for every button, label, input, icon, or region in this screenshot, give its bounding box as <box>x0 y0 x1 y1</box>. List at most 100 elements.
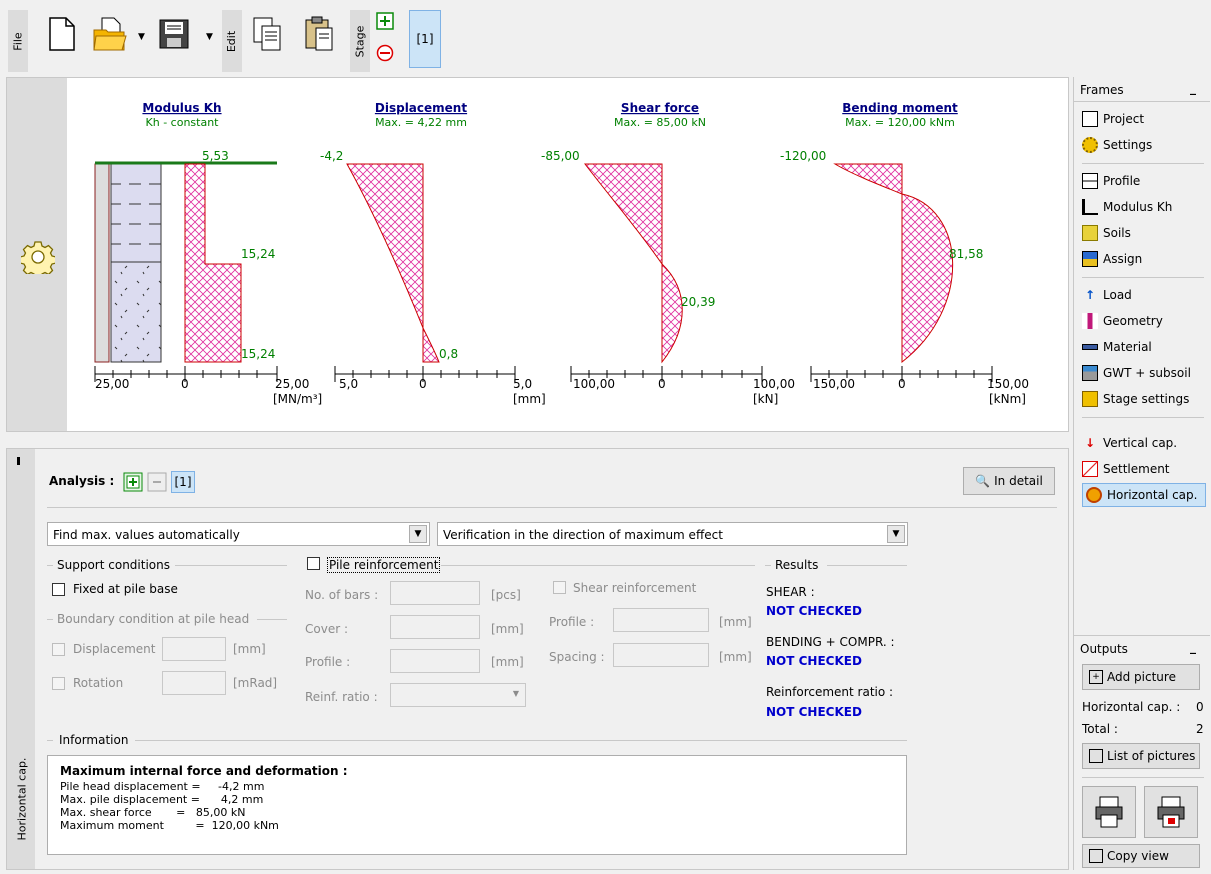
open-dropdown-arrow[interactable]: ▼ <box>138 32 145 42</box>
spacing-input[interactable] <box>613 643 709 667</box>
remove-stage-icon[interactable] <box>376 44 394 62</box>
frame-soils[interactable]: Soils <box>1082 221 1206 245</box>
shear-top-value: -85,00 <box>541 149 580 163</box>
frame-label: Stage settings <box>1103 392 1190 406</box>
shear-axis-right: 100,00 <box>753 377 795 391</box>
material-icon <box>1082 344 1098 350</box>
max-values-dropdown[interactable]: Find max. values automatically ▼ <box>47 522 430 546</box>
in-detail-button[interactable]: 🔍 In detail <box>963 467 1055 495</box>
edit-menu-tab[interactable]: Edit <box>222 10 242 72</box>
modulus-bottom-value: 15,24 <box>241 347 275 361</box>
pile-reinforcement-checkbox[interactable] <box>307 557 320 570</box>
fixed-at-base-checkbox[interactable] <box>52 583 65 596</box>
verification-dropdown-value: Verification in the direction of maximum… <box>443 528 723 542</box>
displacement-input[interactable] <box>162 637 226 661</box>
info-title: Maximum internal force and deformation : <box>60 764 348 778</box>
print-pdf-button[interactable] <box>1144 786 1198 838</box>
frame-load[interactable]: ↑ Load <box>1082 283 1206 307</box>
paste-icon[interactable] <box>302 14 338 54</box>
fixed-at-base-label: Fixed at pile base <box>73 582 178 596</box>
collapse-marker[interactable] <box>17 457 20 465</box>
group-line <box>47 619 53 620</box>
cover-label: Cover : <box>305 622 348 636</box>
outputs-minimize-button[interactable]: _ <box>1190 640 1196 654</box>
frame-profile[interactable]: Profile <box>1082 169 1206 193</box>
displacement-unit: [mm] <box>513 392 546 406</box>
displacement-title: Displacement <box>375 101 467 115</box>
shear-profile-input[interactable] <box>613 608 709 632</box>
frame-label: Horizontal cap. <box>1107 488 1198 502</box>
analysis-side-tab[interactable]: Horizontal cap. <box>7 449 35 869</box>
analysis-panel: Horizontal cap. Analysis : [1] 🔍 In detai… <box>6 448 1069 870</box>
chevron-down-icon[interactable]: ▼ <box>887 525 905 543</box>
analysis-title: Analysis : <box>49 474 115 488</box>
frame-project[interactable]: Project <box>1082 107 1206 131</box>
displacement-subtitle: Max. = 4,22 mm <box>375 116 467 129</box>
save-dropdown-arrow[interactable]: ▼ <box>206 32 213 42</box>
information-heading: Information <box>59 733 129 747</box>
reinf-ratio-result-label: Reinforcement ratio : <box>766 685 894 699</box>
side-tab-label: Horizontal cap. <box>15 757 29 841</box>
bending-result-label: BENDING + COMPR. : <box>766 635 895 649</box>
chevron-down-icon[interactable]: ▼ <box>409 525 427 543</box>
moment-axis-left: 150,00 <box>813 377 855 391</box>
verification-dropdown[interactable]: Verification in the direction of maximum… <box>437 522 908 546</box>
frame-modulus-kh[interactable]: Modulus Kh <box>1082 195 1206 219</box>
displacement-label: Displacement <box>73 642 156 656</box>
list-pictures-icon <box>1089 749 1103 763</box>
frame-stage-settings[interactable]: Stage settings <box>1082 387 1206 411</box>
reinf-ratio-label: Reinf. ratio : <box>305 690 378 704</box>
new-file-icon[interactable] <box>44 14 80 54</box>
shear-reinforcement-checkbox[interactable] <box>553 581 566 594</box>
frame-settings[interactable]: Settings <box>1082 133 1206 157</box>
save-icon[interactable] <box>156 14 192 54</box>
graphs-canvas: Modulus Kh Kh - constant 5,53 15,24 15,2… <box>94 101 1029 406</box>
modulus-axis-zero: 0 <box>181 377 189 391</box>
displacement-checkbox[interactable] <box>52 643 65 656</box>
frames-title: Frames <box>1080 83 1124 97</box>
frame-geometry[interactable]: Geometry <box>1082 309 1206 333</box>
shear-result-label: SHEAR : <box>766 585 815 599</box>
graph-settings-button[interactable] <box>7 78 67 431</box>
frame-settlement[interactable]: Settlement <box>1082 457 1206 481</box>
frame-material[interactable]: Material <box>1082 335 1206 359</box>
moment-subtitle: Max. = 120,00 kNm <box>845 116 955 129</box>
open-folder-icon[interactable] <box>92 14 128 54</box>
info-line: Maximum moment = 120,00 kNm <box>60 819 279 832</box>
modulus-subtitle: Kh - constant <box>146 116 220 129</box>
list-of-pictures-button[interactable]: List of pictures <box>1082 743 1200 769</box>
copy-view-button[interactable]: Copy view <box>1082 844 1200 868</box>
add-stage-icon[interactable] <box>376 12 394 30</box>
group-line <box>827 565 907 566</box>
remove-analysis-icon[interactable] <box>147 472 167 492</box>
rotation-label: Rotation <box>73 676 124 690</box>
frame-vertical-cap[interactable]: ↓ Vertical cap. <box>1082 431 1206 455</box>
shear-reinforcement-label: Shear reinforcement <box>573 581 697 595</box>
reinf-ratio-select[interactable]: ▼ <box>390 683 526 707</box>
printer-icon <box>1095 796 1123 828</box>
soils-icon <box>1082 225 1098 241</box>
file-menu-tab[interactable]: File <box>8 10 28 72</box>
cover-input[interactable] <box>390 615 480 639</box>
frame-horizontal-cap[interactable]: Horizontal cap. <box>1082 483 1206 507</box>
print-button[interactable] <box>1082 786 1136 838</box>
rotation-checkbox[interactable] <box>52 677 65 690</box>
add-picture-button[interactable]: + Add picture <box>1082 664 1200 690</box>
stage-1-button[interactable]: [1] <box>409 10 441 68</box>
frame-assign[interactable]: Assign <box>1082 247 1206 271</box>
profile-input[interactable] <box>390 649 480 673</box>
copy-icon[interactable] <box>250 14 286 54</box>
frames-minimize-button[interactable]: _ <box>1190 81 1196 95</box>
header-divider <box>47 507 1057 508</box>
info-line: Max. pile displacement = 4,2 mm <box>60 793 264 806</box>
moment-axis-right: 150,00 <box>987 377 1029 391</box>
moment-unit: [kNm] <box>989 392 1026 406</box>
analysis-1-button[interactable]: [1] <box>171 471 195 493</box>
add-analysis-icon[interactable] <box>123 472 143 492</box>
list-of-pictures-label: List of pictures <box>1107 749 1196 763</box>
displacement-diagram-top <box>346 163 424 329</box>
frame-gwt-subsoil[interactable]: GWT + subsoil <box>1082 361 1206 385</box>
no-of-bars-input[interactable] <box>390 581 480 605</box>
stage-menu-tab[interactable]: Stage <box>350 10 370 72</box>
rotation-input[interactable] <box>162 671 226 695</box>
